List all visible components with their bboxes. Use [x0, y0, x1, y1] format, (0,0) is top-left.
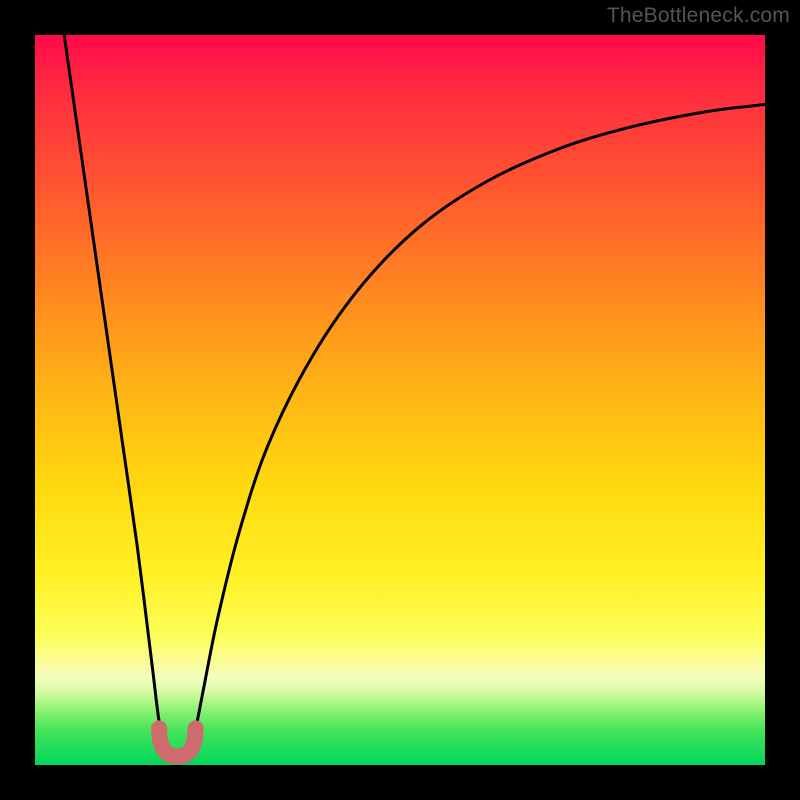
bottleneck-curve-path [64, 35, 765, 759]
plot-area [35, 35, 765, 765]
minimum-marker [159, 728, 196, 756]
chart-frame: TheBottleneck.com [0, 0, 800, 800]
curve-svg [35, 35, 765, 765]
watermark-text: TheBottleneck.com [607, 4, 790, 28]
